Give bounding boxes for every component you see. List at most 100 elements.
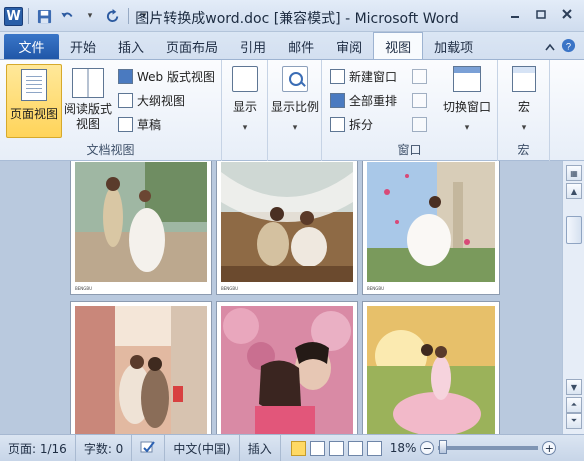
- page-thumbnail[interactable]: BENGBU: [216, 161, 358, 295]
- page-thumbnail[interactable]: BENGBU: [70, 161, 212, 295]
- wedding-photo: [367, 306, 495, 434]
- draft-icon[interactable]: [366, 440, 382, 456]
- ribbon-view: 页面视图 阅读版式 视图 Web 版式视图 大纲视图 草稿 文档视图 显示 ▾: [0, 59, 584, 161]
- restore-icon[interactable]: [530, 4, 552, 24]
- page-thumbnail[interactable]: [362, 301, 500, 434]
- new-window-label: 新建窗口: [349, 69, 398, 84]
- wedding-photo: [75, 162, 207, 282]
- zoom-level[interactable]: 18%: [386, 435, 421, 461]
- tab-mailings[interactable]: 邮件: [277, 34, 325, 59]
- minimize-icon[interactable]: [504, 4, 526, 24]
- switch-windows-button[interactable]: 切换窗口 ▾: [440, 66, 494, 136]
- sync-scroll-button[interactable]: [412, 90, 427, 110]
- sync-scroll-icon: [412, 92, 427, 108]
- tab-insert[interactable]: 插入: [107, 34, 155, 59]
- scrollbar-thumb[interactable]: [566, 216, 582, 244]
- outline-view-button[interactable]: 大纲视图: [118, 90, 185, 110]
- ruler-toggle-icon[interactable]: ▦: [566, 165, 582, 181]
- arrange-all-label: 全部重排: [349, 93, 398, 108]
- zoom-in-icon[interactable]: +: [542, 441, 557, 455]
- outline-icon[interactable]: [347, 440, 363, 456]
- web-layout-icon[interactable]: [328, 440, 344, 456]
- scroll-down-icon[interactable]: ▼: [566, 379, 582, 395]
- vertical-scrollbar[interactable]: ▦ ▲ ▼ ⏶ ⏷: [562, 161, 584, 434]
- macros-button[interactable]: 宏 ▾: [504, 66, 544, 136]
- draft-view-button[interactable]: 草稿: [118, 114, 161, 134]
- show-icon: [232, 66, 258, 92]
- new-window-icon: [330, 68, 345, 84]
- split-label: 拆分: [349, 117, 374, 132]
- zoom-controls: − +: [420, 440, 562, 455]
- page-view-icon: [21, 69, 47, 101]
- page-thumbnail[interactable]: BENGBU: [362, 161, 500, 295]
- macros-icon: [512, 66, 536, 92]
- photo-caption: BENGBU: [221, 286, 239, 291]
- document-area[interactable]: BENGBU BENGBU BENGBU: [0, 161, 562, 434]
- reading-view-label-2: 视图: [75, 117, 100, 131]
- tab-file[interactable]: 文件: [4, 34, 59, 59]
- proofing-status[interactable]: [132, 434, 166, 461]
- photo-caption: BENGBU: [367, 286, 385, 291]
- group-macros: 宏 ▾ 宏: [498, 60, 550, 161]
- reset-window-position-button[interactable]: [412, 114, 427, 134]
- next-page-icon[interactable]: ⏷: [566, 413, 582, 429]
- new-window-button[interactable]: 新建窗口: [330, 66, 397, 86]
- photo-caption: BENGBU: [75, 286, 93, 291]
- draft-view-label: 草稿: [137, 117, 162, 132]
- previous-page-icon[interactable]: ⏶: [566, 397, 582, 413]
- status-bar: 页面: 1/16 字数: 0 中文(中国) 插入 18% − +: [0, 434, 584, 461]
- view-side-by-side-button[interactable]: [412, 66, 427, 86]
- tab-addins[interactable]: 加载项: [423, 34, 484, 59]
- split-button[interactable]: 拆分: [330, 114, 373, 134]
- zoom-out-icon[interactable]: −: [420, 441, 435, 455]
- group-show: 显示 ▾: [222, 60, 268, 161]
- print-layout-icon[interactable]: [290, 440, 306, 456]
- switch-windows-dropdown-icon: ▾: [464, 123, 470, 133]
- ribbon-tabs: 文件 开始 插入 页面布局 引用 邮件 审阅 视图 加载项 ?: [0, 32, 584, 59]
- group-document-views: 页面视图 阅读版式 视图 Web 版式视图 大纲视图 草稿 文档视图: [0, 60, 222, 161]
- zoom-slider-knob[interactable]: [438, 440, 447, 454]
- macros-label: 宏: [517, 100, 530, 114]
- page-thumbnail[interactable]: [216, 301, 358, 434]
- zoom-dropdown-icon: ▾: [292, 123, 298, 133]
- reset-window-icon: [412, 116, 427, 132]
- document-views-group-label: 文档视图: [86, 143, 135, 157]
- group-window: 新建窗口 全部重排 拆分 切换窗口 ▾ 窗口: [322, 60, 498, 161]
- arrange-all-button[interactable]: 全部重排: [330, 90, 397, 110]
- wedding-photo: [367, 162, 495, 282]
- reading-view-button[interactable]: 阅读版式 视图: [62, 64, 114, 138]
- insert-mode[interactable]: 插入: [240, 434, 281, 461]
- tab-page-layout[interactable]: 页面布局: [155, 34, 229, 59]
- reading-view-label-1: 阅读版式: [63, 102, 112, 116]
- show-button[interactable]: 显示 ▾: [228, 66, 262, 136]
- tab-view[interactable]: 视图: [373, 32, 424, 59]
- word-count[interactable]: 字数: 0: [76, 434, 133, 461]
- scroll-up-icon[interactable]: ▲: [566, 183, 582, 199]
- full-screen-reading-icon[interactable]: [309, 440, 325, 456]
- zoom-label: 显示比例: [270, 100, 319, 114]
- outline-view-icon: [118, 92, 133, 108]
- side-by-side-icon: [412, 68, 427, 84]
- close-icon[interactable]: [556, 4, 578, 24]
- proofing-check-icon: [140, 440, 156, 457]
- tab-review[interactable]: 审阅: [325, 34, 373, 59]
- zoom-button[interactable]: 显示比例 ▾: [270, 66, 320, 136]
- web-view-button[interactable]: Web 版式视图: [118, 66, 215, 86]
- minimize-ribbon-icon[interactable]: [545, 40, 555, 54]
- zoom-slider[interactable]: [438, 440, 539, 454]
- draft-view-icon: [118, 116, 133, 132]
- wedding-photo: [221, 162, 353, 282]
- help-icon[interactable]: ?: [561, 38, 576, 56]
- reading-view-icon: [72, 68, 104, 98]
- language-indicator[interactable]: 中文(中国): [165, 434, 240, 461]
- tab-references[interactable]: 引用: [229, 34, 277, 59]
- macros-group-label: 宏: [517, 143, 530, 157]
- page-count[interactable]: 页面: 1/16: [0, 434, 76, 461]
- page-view-button[interactable]: 页面视图: [6, 64, 62, 138]
- show-label: 显示: [232, 100, 257, 114]
- page-view-label: 页面视图: [9, 107, 58, 121]
- group-zoom: 显示比例 ▾: [268, 60, 322, 161]
- tab-home[interactable]: 开始: [59, 34, 107, 59]
- web-view-icon: [118, 68, 133, 84]
- page-thumbnail[interactable]: [70, 301, 212, 434]
